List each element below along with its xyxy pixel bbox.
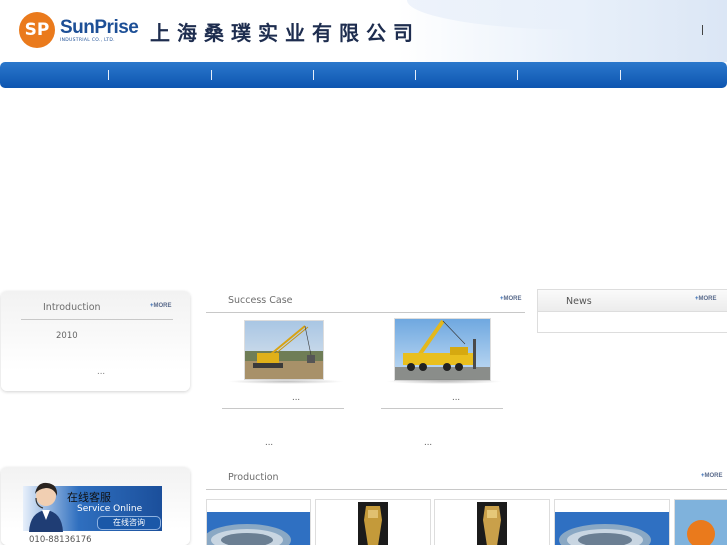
intro-divider [21,319,173,320]
case-caption[interactable]: ... [452,393,460,403]
logo-mark-small [687,520,715,545]
product-photo [435,500,549,545]
production-divider [206,489,727,490]
success-case-title: Success Case [228,295,293,306]
product-image-drill-pipe[interactable] [206,499,311,545]
logo-mark[interactable]: SP [19,12,55,48]
intro-title: Introduction [43,302,101,313]
nav-divider [415,70,416,80]
success-case-more-link[interactable]: +MORE [500,296,522,302]
product-image-drill-pipe[interactable] [554,499,670,545]
case-caption-line [381,408,503,409]
service-banner[interactable]: 在线客服 Service Online 在线咨询 [23,482,162,532]
news-panel: News +MORE [537,289,727,333]
service-agent-icon [29,482,63,532]
service-consult-button[interactable]: 在线咨询 [97,516,161,530]
image-shadow [228,379,344,384]
intro-ellipsis[interactable]: ... [97,367,105,377]
crane-photo [245,321,323,379]
case-image-mobile-crane[interactable] [394,318,491,381]
site-header: SP SunPrise INDUSTRIAL CO., LTD. 上海桑璞实业有… [0,0,727,62]
more-label: MORE [704,473,723,479]
logo-name[interactable]: SunPrise [60,17,139,39]
main-nav [0,62,727,88]
more-label: MORE [153,303,172,309]
product-image-brand[interactable] [674,499,727,545]
service-panel: 在线客服 Service Online 在线咨询 010-88136176 [1,467,190,545]
case-item-text[interactable]: ... [424,438,432,448]
product-image-bit[interactable] [315,499,431,545]
service-phone: 010-88136176 [29,535,92,545]
product-photo [207,500,310,545]
product-image-bit[interactable] [434,499,550,545]
company-name: 上海桑璞实业有限公司 [150,21,420,45]
production-title: Production [228,472,279,483]
more-label: MORE [503,296,522,302]
nav-divider [620,70,621,80]
case-caption-line [222,408,344,409]
case-item-text[interactable]: ... [265,438,273,448]
production-more-link[interactable]: +MORE [701,473,723,479]
news-more-link[interactable]: +MORE [695,296,717,302]
case-caption[interactable]: ... [292,393,300,403]
news-title: News [566,296,592,307]
nav-divider [313,70,314,80]
intro-year: 2010 [56,331,78,341]
intro-panel: Introduction +MORE 2010 ... [1,291,190,391]
success-case-divider [206,312,525,313]
service-title-cn: 在线客服 [67,491,111,504]
nav-divider [211,70,212,80]
product-photo [316,500,430,545]
more-label: MORE [698,296,717,302]
service-title-en: Service Online [77,504,143,514]
crane-photo [395,319,490,380]
nav-divider [108,70,109,80]
image-shadow [386,379,502,384]
product-photo [555,500,669,545]
header-gradient [397,0,727,62]
nav-divider [517,70,518,80]
header-divider [702,25,703,35]
intro-more-link[interactable]: +MORE [150,303,172,309]
logo-subtitle: INDUSTRIAL CO., LTD. [60,38,115,43]
production-strip [206,499,727,545]
case-image-crawler-crane[interactable] [244,320,324,380]
